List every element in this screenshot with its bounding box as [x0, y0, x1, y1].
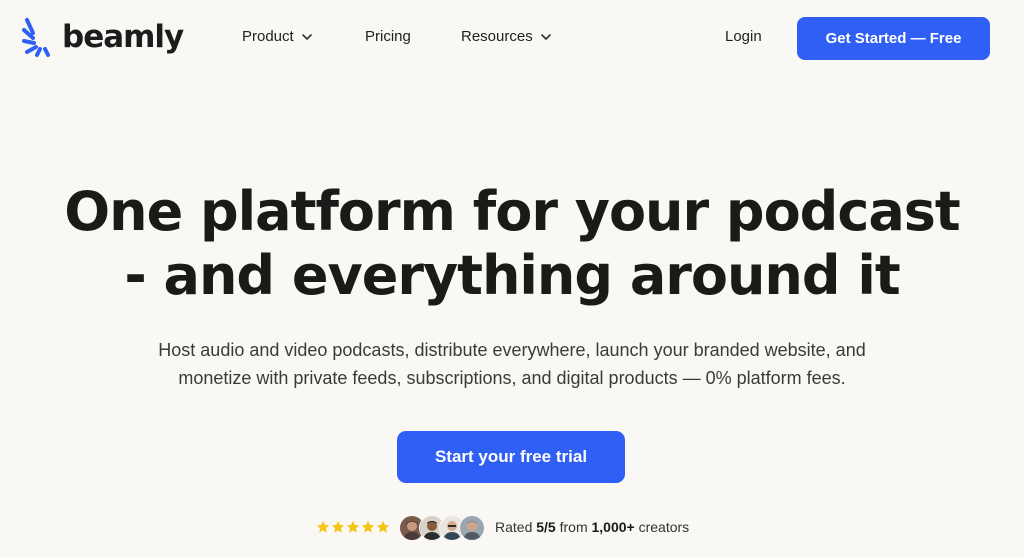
- get-started-button[interactable]: Get Started — Free: [797, 17, 990, 60]
- star-rating: [316, 520, 390, 534]
- nav-item-pricing[interactable]: Pricing: [365, 28, 411, 45]
- brand-logo[interactable]: beamly: [22, 16, 184, 58]
- star-icon: [346, 520, 360, 533]
- creator-avatars: [399, 515, 489, 541]
- sunburst-logo-icon: [22, 18, 50, 57]
- rating-count: 1,000+: [591, 519, 635, 535]
- login-link[interactable]: Login: [725, 28, 762, 45]
- creator-avatar-4: [459, 515, 485, 541]
- landing-page: beamly Product Pricing Resources Login G…: [0, 0, 1024, 557]
- rating-score: 5/5: [536, 519, 556, 535]
- chevron-down-icon: [540, 33, 551, 40]
- chevron-down-icon: [301, 33, 312, 40]
- nav-item-label: Resources: [461, 28, 533, 45]
- rating-suffix: creators: [638, 519, 690, 535]
- star-icon: [331, 520, 345, 533]
- rating-prefix: Rated: [495, 519, 533, 535]
- star-icon: [361, 520, 375, 533]
- hero-headline-line: - and everything around it: [124, 244, 900, 307]
- hero-headline-line: One platform for your podcast: [64, 180, 961, 243]
- nav-item-label: Product: [242, 28, 294, 45]
- rating-middle: from: [559, 519, 588, 535]
- star-icon: [316, 520, 330, 533]
- hero-headline: One platform for your podcast - and ever…: [0, 180, 1024, 308]
- top-navigation: beamly Product Pricing Resources Login G…: [0, 0, 1024, 78]
- start-free-trial-button[interactable]: Start your free trial: [397, 431, 625, 483]
- hero-subtitle-line: Host audio and video podcasts, distribut…: [158, 340, 866, 360]
- nav-item-label: Pricing: [365, 28, 411, 45]
- brand-name: beamly: [62, 18, 184, 55]
- rating-text: Rated 5/5 from 1,000+ creators: [495, 519, 689, 535]
- star-icon: [376, 520, 390, 533]
- nav-item-product[interactable]: Product: [242, 28, 312, 45]
- hero-subtitle: Host audio and video podcasts, distribut…: [0, 336, 1024, 392]
- hero-subtitle-line: monetize with private feeds, subscriptio…: [178, 368, 846, 388]
- social-proof: Rated 5/5 from 1,000+ creators: [0, 513, 1024, 543]
- nav-item-resources[interactable]: Resources: [461, 28, 551, 45]
